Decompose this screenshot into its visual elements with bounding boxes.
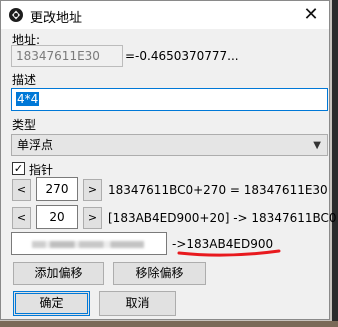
title-bar[interactable]: 更改地址 ✕ bbox=[1, 1, 329, 29]
cheat-engine-icon bbox=[9, 8, 23, 22]
cancel-button[interactable]: 取消 bbox=[99, 291, 176, 316]
window-title: 更改地址 bbox=[30, 11, 83, 26]
offset-2-expression: [183AB4ED900+20] -> 18347611BC0 bbox=[108, 211, 337, 225]
change-address-dialog: 更改地址 ✕ 地址: 18347611E30 =-0.4650370777...… bbox=[0, 0, 337, 320]
description-input[interactable]: 4*4 bbox=[11, 88, 328, 111]
ok-button[interactable]: 确定 bbox=[13, 291, 90, 316]
checkmark-icon: ✓ bbox=[13, 162, 24, 175]
redacted-base-address bbox=[32, 241, 144, 248]
address-input[interactable]: 18347611E30 bbox=[11, 45, 123, 67]
description-selected-text: 4*4 bbox=[16, 92, 40, 106]
pointer-checkbox[interactable]: ✓ bbox=[12, 162, 25, 175]
offset-1-decrement-button[interactable]: < bbox=[12, 179, 31, 201]
close-button[interactable]: ✕ bbox=[293, 1, 329, 29]
type-label: 类型 bbox=[12, 118, 37, 132]
background-desktop-strip bbox=[0, 321, 338, 327]
offset-1-expression: 18347611BC0+270 = 18347611E30 bbox=[108, 183, 328, 197]
offset-2-increment-button[interactable]: > bbox=[83, 207, 102, 229]
chevron-down-icon: ▼ bbox=[313, 140, 321, 151]
address-resolved-value: =-0.4650370777... bbox=[125, 49, 239, 63]
pointer-checkbox-label: 指针 bbox=[29, 163, 54, 177]
type-dropdown-value: 单浮点 bbox=[17, 138, 54, 152]
offset-1-increment-button[interactable]: > bbox=[83, 179, 102, 201]
offset-1-input[interactable]: 270 bbox=[36, 177, 78, 201]
red-annotation-underline bbox=[177, 249, 281, 257]
background-window-edge bbox=[332, 0, 338, 327]
type-dropdown[interactable]: 单浮点 ▼ bbox=[11, 134, 328, 156]
description-label: 描述 bbox=[12, 73, 37, 87]
base-address-input[interactable] bbox=[11, 232, 167, 255]
remove-offset-button[interactable]: 移除偏移 bbox=[113, 262, 206, 285]
offset-2-input[interactable]: 20 bbox=[36, 205, 78, 229]
offset-2-decrement-button[interactable]: < bbox=[12, 207, 31, 229]
add-offset-button[interactable]: 添加偏移 bbox=[13, 262, 104, 285]
